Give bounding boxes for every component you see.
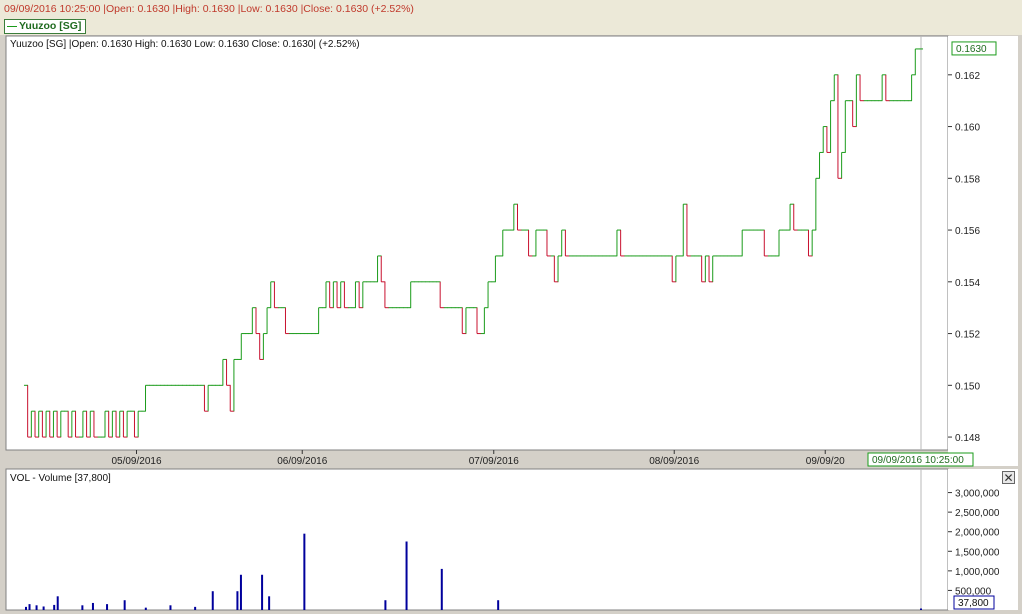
volume-bar <box>497 600 500 610</box>
price-panel <box>5 35 949 451</box>
price-y-tick-label: 0.156 <box>955 226 980 237</box>
price-y-tick-label: 0.158 <box>955 174 980 185</box>
volume-bar <box>405 541 408 610</box>
x-tick-label: 08/09/2016 <box>649 456 699 467</box>
price-y-tick-label: 0.148 <box>955 433 980 444</box>
volume-chart-title: VOL - Volume [37,800] <box>10 473 111 484</box>
volume-bar <box>42 606 45 610</box>
x-tick-label: 09/09/20 <box>806 456 845 467</box>
x-tick-label: 07/09/2016 <box>469 456 519 467</box>
volume-bar <box>239 574 242 610</box>
volume-y-tick-label: 1,000,000 <box>955 567 1000 578</box>
volume-bar <box>261 574 264 610</box>
stock-chart[interactable]: 0.148 0.150 0.152 0.154 0.156 0.158 0.160 0.162… <box>0 0 1022 614</box>
price-y-tick-label: 0.152 <box>955 330 980 341</box>
x-tick-label: 05/09/2016 <box>111 456 161 467</box>
price-y-tick-label: 0.154 <box>955 278 980 289</box>
x-tick-label: 06/09/2016 <box>277 456 327 467</box>
volume-bar <box>81 605 84 610</box>
volume-bar <box>91 602 94 610</box>
price-axis-bg <box>948 36 1018 466</box>
volume-bar <box>56 596 59 610</box>
volume-bar <box>440 568 443 610</box>
cursor-time-label: 09/09/2016 10:25:00 <box>872 455 964 466</box>
volume-y-tick-label: 3,000,000 <box>955 489 1000 500</box>
price-chart-title: Yuuzoo [SG] |Open: 0.1630 High: 0.1630 L… <box>10 39 360 50</box>
volume-bar <box>211 591 214 610</box>
volume-bar <box>236 591 239 610</box>
volume-bar <box>268 596 271 610</box>
volume-y-tick-label: 2,500,000 <box>955 508 1000 519</box>
volume-bar <box>169 605 172 610</box>
price-y-tick-label: 0.160 <box>955 123 980 134</box>
volume-last-label: 37,800 <box>958 598 989 609</box>
volume-bar <box>25 606 27 610</box>
volume-bar <box>28 604 31 610</box>
volume-bar <box>123 600 126 610</box>
volume-bar <box>303 533 306 610</box>
volume-bar <box>920 608 922 610</box>
price-y-tick-label: 0.150 <box>955 381 980 392</box>
price-y-tick-label: 0.162 <box>955 71 980 82</box>
volume-bar <box>53 604 56 610</box>
volume-y-tick-label: 1,500,000 <box>955 547 1000 558</box>
volume-y-tick-label: 2,000,000 <box>955 528 1000 539</box>
volume-bar <box>144 607 147 610</box>
volume-bar <box>384 600 387 610</box>
last-value-label: 0.1630 <box>956 44 987 55</box>
close-volume-panel-button[interactable]: ✕ <box>1002 471 1015 484</box>
volume-bar <box>35 605 38 610</box>
volume-panel <box>5 468 949 611</box>
volume-bar <box>194 606 197 610</box>
volume-bar <box>106 604 109 610</box>
